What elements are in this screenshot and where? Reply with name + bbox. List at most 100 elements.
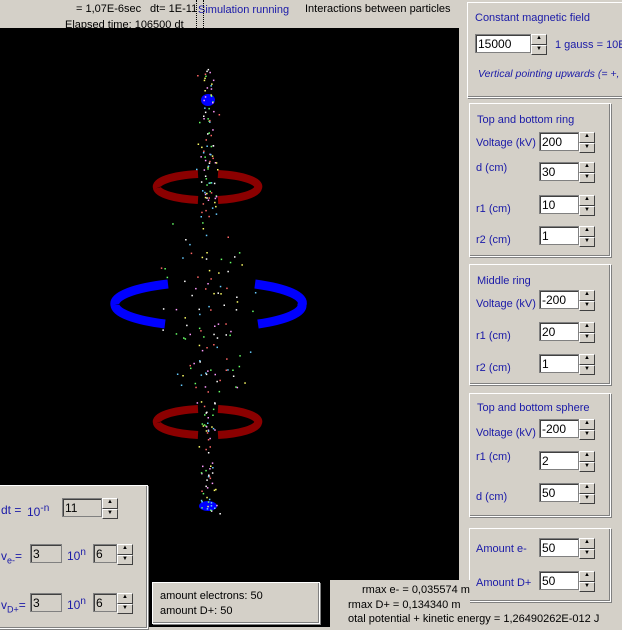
amount-e-input[interactable]: 50 xyxy=(539,538,579,557)
amount-d-down[interactable]: ▼ xyxy=(579,581,595,592)
tbr-d-down[interactable]: ▼ xyxy=(579,172,595,183)
particle xyxy=(207,118,209,120)
particle xyxy=(184,338,187,340)
dt-n-input[interactable]: 11 xyxy=(62,498,102,517)
tbr-r2-spinner[interactable]: 1 ▲ ▼ xyxy=(539,226,595,247)
ve-n-up[interactable]: ▲ xyxy=(117,544,133,555)
tbr-voltage-spinner[interactable]: 200 ▲ ▼ xyxy=(539,132,595,153)
particle xyxy=(232,375,235,377)
magnetic-field-input[interactable]: 15000 xyxy=(475,34,531,53)
mr-r2-down[interactable]: ▼ xyxy=(579,364,595,375)
sp-voltage-spinner[interactable]: -200 ▲ ▼ xyxy=(539,419,595,440)
tbr-r2-up[interactable]: ▲ xyxy=(579,226,595,237)
tbr-r2-down[interactable]: ▼ xyxy=(579,236,595,247)
dt-n-spinner[interactable]: 11 ▲ ▼ xyxy=(62,498,118,519)
splitter-handle[interactable] xyxy=(196,0,204,28)
field-direction-note: Vertical pointing upwards (= +, xyxy=(478,68,620,80)
amount-e-down[interactable]: ▼ xyxy=(579,548,595,559)
ve-value-field[interactable]: 3 xyxy=(30,544,62,565)
tbr-voltage-down[interactable]: ▼ xyxy=(579,142,595,153)
particle xyxy=(200,181,203,183)
particle xyxy=(213,292,215,295)
particle xyxy=(238,365,241,368)
mr-r2-input[interactable]: 1 xyxy=(539,354,579,373)
magnetic-field-title: Constant magnetic field xyxy=(475,12,590,24)
sp-voltage-down[interactable]: ▼ xyxy=(579,429,595,440)
amount-e-spinner[interactable]: 50 ▲ ▼ xyxy=(539,538,595,559)
mr-r1-down[interactable]: ▼ xyxy=(579,332,595,343)
mr-voltage-down[interactable]: ▼ xyxy=(579,300,595,311)
particle xyxy=(202,228,205,230)
particle xyxy=(205,469,207,472)
particle xyxy=(205,373,208,376)
ve-n-down[interactable]: ▼ xyxy=(117,554,133,565)
particle xyxy=(211,207,214,209)
sp-d-spinner[interactable]: 50 ▲ ▼ xyxy=(539,483,595,504)
magnetic-field-spinner[interactable]: 15000 ▲ ▼ xyxy=(475,34,547,55)
mr-voltage-input[interactable]: -200 xyxy=(539,290,579,309)
particle xyxy=(227,369,229,371)
particle xyxy=(225,334,227,336)
particle xyxy=(201,423,204,425)
mr-voltage-spinner[interactable]: -200 ▲ ▼ xyxy=(539,290,595,311)
sp-d-down[interactable]: ▼ xyxy=(579,493,595,504)
sp-voltage-input[interactable]: -200 xyxy=(539,419,579,438)
particle xyxy=(229,261,232,264)
vd-n-up[interactable]: ▲ xyxy=(117,593,133,604)
ve-value-input[interactable]: 3 xyxy=(30,544,62,563)
particle xyxy=(209,182,212,184)
particle xyxy=(209,71,211,74)
tbr-r1-input[interactable]: 10 xyxy=(539,195,579,214)
vd-n-input[interactable]: 6 xyxy=(93,593,117,612)
particle xyxy=(203,169,206,171)
mr-voltage-up[interactable]: ▲ xyxy=(579,290,595,301)
particle xyxy=(229,334,231,337)
amount-e-up[interactable]: ▲ xyxy=(579,538,595,549)
mr-r2-spinner[interactable]: 1 ▲ ▼ xyxy=(539,354,595,375)
particle xyxy=(216,346,218,349)
tbr-d-input[interactable]: 30 xyxy=(539,162,579,181)
magnetic-down-button[interactable]: ▼ xyxy=(531,44,547,55)
tbr-d-up[interactable]: ▲ xyxy=(579,162,595,173)
amount-d-up[interactable]: ▲ xyxy=(579,571,595,582)
sp-d-up[interactable]: ▲ xyxy=(579,483,595,494)
status-text: Simulation running xyxy=(198,4,290,16)
sp-r1-down[interactable]: ▼ xyxy=(579,461,595,472)
ve-n-spinner[interactable]: 6 ▲ ▼ xyxy=(93,544,133,565)
sp-r1-up[interactable]: ▲ xyxy=(579,451,595,462)
sp-voltage-up[interactable]: ▲ xyxy=(579,419,595,430)
vd-value-field[interactable]: 3 xyxy=(30,593,62,614)
dt-n-down[interactable]: ▼ xyxy=(102,508,118,519)
mr-r1-up[interactable]: ▲ xyxy=(579,322,595,333)
tbr-r1-spinner[interactable]: 10 ▲ ▼ xyxy=(539,195,595,216)
vd-n-down[interactable]: ▼ xyxy=(117,603,133,614)
particle xyxy=(226,287,228,290)
magnetic-up-button[interactable]: ▲ xyxy=(531,34,547,45)
sp-d-input[interactable]: 50 xyxy=(539,483,579,502)
amounts-panel: Amount e- 50 ▲ ▼ Amount D+ 50 ▲ ▼ xyxy=(469,528,611,602)
particle xyxy=(220,258,223,261)
particle xyxy=(201,349,204,352)
particle xyxy=(213,110,215,113)
particle xyxy=(205,448,207,451)
vd-n-spinner[interactable]: 6 ▲ ▼ xyxy=(93,593,133,614)
particle xyxy=(202,203,205,205)
sp-r1-input[interactable]: 2 xyxy=(539,451,579,470)
tbr-voltage-up[interactable]: ▲ xyxy=(579,132,595,143)
tbr-voltage-input[interactable]: 200 xyxy=(539,132,579,151)
amount-d-spinner[interactable]: 50 ▲ ▼ xyxy=(539,571,595,592)
amount-d-input[interactable]: 50 xyxy=(539,571,579,590)
tbr-r2-input[interactable]: 1 xyxy=(539,226,579,245)
mr-r1-input[interactable]: 20 xyxy=(539,322,579,341)
tbr-d-spinner[interactable]: 30 ▲ ▼ xyxy=(539,162,595,183)
tbr-r1-up[interactable]: ▲ xyxy=(579,195,595,206)
mr-r2-up[interactable]: ▲ xyxy=(579,354,595,365)
particle xyxy=(234,256,236,258)
tbr-r1-down[interactable]: ▼ xyxy=(579,205,595,216)
ve-n-input[interactable]: 6 xyxy=(93,544,117,563)
mr-r1-spinner[interactable]: 20 ▲ ▼ xyxy=(539,322,595,343)
particle xyxy=(200,156,202,158)
sp-r1-spinner[interactable]: 2 ▲ ▼ xyxy=(539,451,595,472)
vd-value-input[interactable]: 3 xyxy=(30,593,62,612)
dt-n-up[interactable]: ▲ xyxy=(102,498,118,509)
